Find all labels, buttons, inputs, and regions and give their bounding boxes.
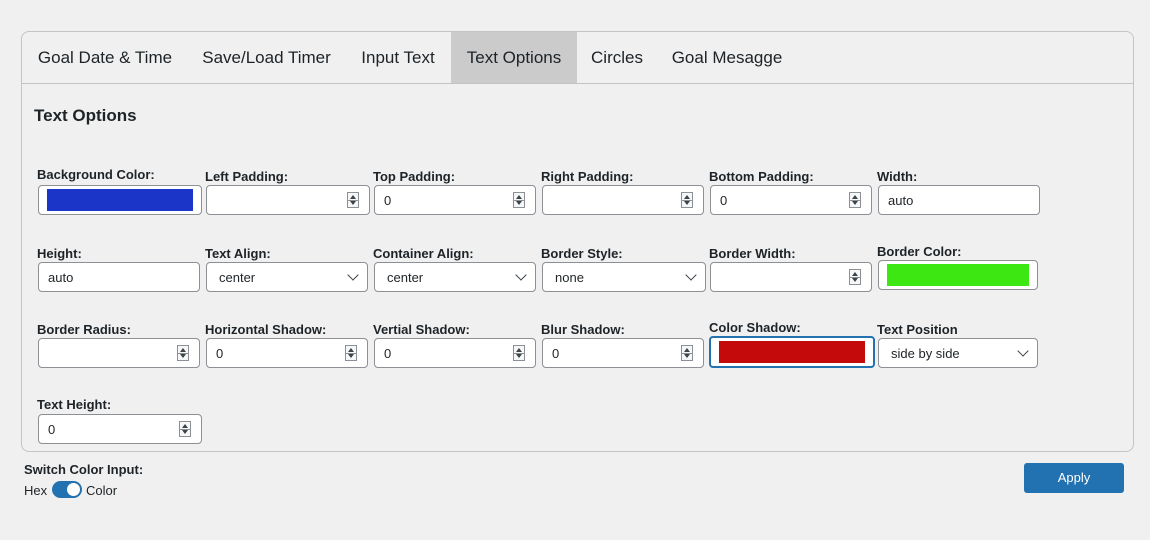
container-align-label: Container Align: [373, 246, 474, 261]
border-radius-input[interactable] [38, 338, 200, 368]
settings-panel: Goal Date & Time Save/Load Timer Input T… [21, 31, 1134, 452]
color-shadow-swatch [719, 341, 865, 363]
background-color-swatch [47, 189, 193, 211]
horizontal-shadow-spinner[interactable] [345, 345, 357, 361]
container-align-value: center [387, 270, 424, 285]
apply-button[interactable]: Apply [1024, 463, 1124, 493]
text-height-spinner[interactable] [179, 421, 191, 437]
bottom-padding-input[interactable]: 0 [710, 185, 872, 215]
top-padding-input[interactable]: 0 [374, 185, 536, 215]
container-align-select[interactable]: center [374, 262, 536, 292]
border-radius-label: Border Radius: [37, 322, 131, 337]
height-label: Height: [37, 246, 82, 261]
top-padding-spinner[interactable] [513, 192, 525, 208]
height-value: auto [48, 270, 74, 285]
width-label: Width: [877, 169, 918, 184]
vertical-shadow-input[interactable]: 0 [374, 338, 536, 368]
tab-bar: Goal Date & Time Save/Load Timer Input T… [22, 32, 1133, 84]
vertical-shadow-label: Vertial Shadow: [373, 322, 470, 337]
horizontal-shadow-input[interactable]: 0 [206, 338, 368, 368]
bottom-padding-spinner[interactable] [849, 192, 861, 208]
color-input-toggle[interactable] [52, 481, 82, 498]
text-align-label: Text Align: [205, 246, 271, 261]
color-shadow-picker[interactable] [709, 336, 875, 368]
right-padding-input[interactable] [542, 185, 704, 215]
border-style-label: Border Style: [541, 246, 623, 261]
section-title: Text Options [34, 106, 137, 125]
tab-text-options[interactable]: Text Options [451, 32, 577, 83]
tab-circles[interactable]: Circles [577, 32, 657, 83]
top-padding-label: Top Padding: [373, 169, 456, 184]
text-position-select[interactable]: side by side [878, 338, 1038, 368]
left-padding-label: Left Padding: [205, 169, 289, 184]
color-shadow-label: Color Shadow: [709, 320, 801, 335]
switch-right-label: Color [86, 483, 118, 498]
chevron-down-icon [347, 269, 359, 281]
border-style-select[interactable]: none [542, 262, 706, 292]
text-height-input[interactable]: 0 [38, 414, 202, 444]
blur-shadow-value: 0 [552, 346, 560, 361]
blur-shadow-input[interactable]: 0 [542, 338, 704, 368]
right-padding-spinner[interactable] [681, 192, 693, 208]
border-width-label: Border Width: [709, 246, 796, 261]
switch-color-input-label: Switch Color Input: [24, 462, 144, 477]
horizontal-shadow-value: 0 [216, 346, 224, 361]
tab-input-text[interactable]: Input Text [345, 32, 451, 83]
text-position-label: Text Position [877, 322, 958, 337]
top-padding-value: 0 [384, 193, 392, 208]
text-align-select[interactable]: center [206, 262, 368, 292]
left-padding-input[interactable] [206, 185, 370, 215]
border-style-value: none [555, 270, 584, 285]
bottom-padding-value: 0 [720, 193, 728, 208]
border-color-picker[interactable] [878, 260, 1038, 290]
border-color-label: Border Color: [877, 244, 962, 259]
border-color-swatch [887, 264, 1029, 286]
blur-shadow-label: Blur Shadow: [541, 322, 625, 337]
text-height-value: 0 [48, 422, 56, 437]
switch-left-label: Hex [24, 483, 48, 498]
border-width-spinner[interactable] [849, 269, 861, 285]
chevron-down-icon [515, 269, 527, 281]
width-input[interactable]: auto [878, 185, 1040, 215]
chevron-down-icon [685, 269, 697, 281]
vertical-shadow-spinner[interactable] [513, 345, 525, 361]
background-color-picker[interactable] [38, 185, 202, 215]
bottom-padding-label: Bottom Padding: [709, 169, 814, 184]
blur-shadow-spinner[interactable] [681, 345, 693, 361]
left-padding-spinner[interactable] [347, 192, 359, 208]
background-color-label: Background Color: [37, 167, 155, 182]
height-input[interactable]: auto [38, 262, 200, 292]
toggle-knob [67, 483, 80, 496]
tab-goal-date-time[interactable]: Goal Date & Time [22, 32, 188, 83]
text-align-value: center [219, 270, 256, 285]
vertical-shadow-value: 0 [384, 346, 392, 361]
border-radius-spinner[interactable] [177, 345, 189, 361]
width-value: auto [888, 193, 914, 208]
chevron-down-icon [1017, 345, 1029, 357]
border-width-input[interactable] [710, 262, 872, 292]
right-padding-label: Right Padding: [541, 169, 634, 184]
tab-goal-message[interactable]: Goal Mesagge [657, 32, 797, 83]
tab-save-load-timer[interactable]: Save/Load Timer [188, 32, 345, 83]
text-height-label: Text Height: [37, 397, 112, 412]
text-position-value: side by side [891, 346, 960, 361]
horizontal-shadow-label: Horizontal Shadow: [205, 322, 327, 337]
